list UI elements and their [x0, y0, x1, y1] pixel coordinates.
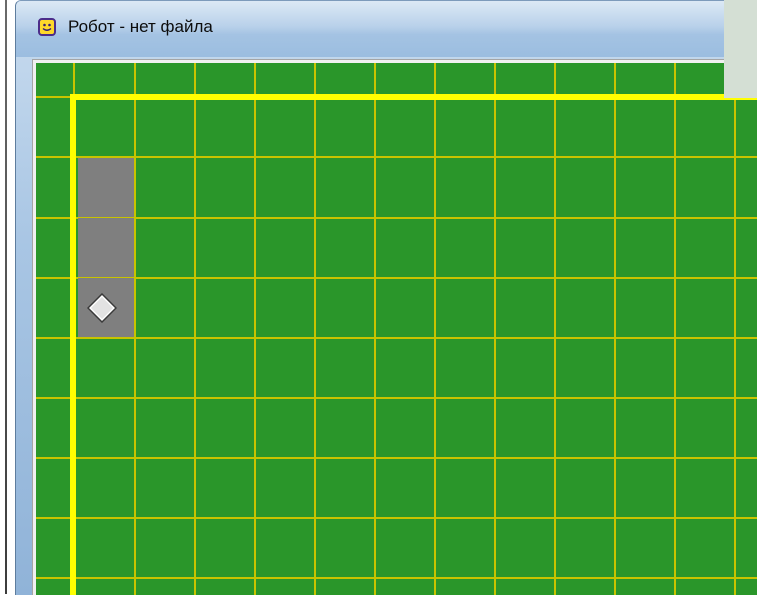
painted-cell — [78, 218, 134, 277]
background-window-edge — [0, 0, 8, 594]
wall-left — [70, 94, 76, 595]
wall-top — [70, 94, 757, 100]
robot-diamond-icon — [87, 293, 117, 323]
title-bar[interactable]: Робот - нет файла — [16, 1, 757, 57]
painted-cell — [78, 158, 134, 217]
side-panel — [724, 0, 757, 98]
window-title: Робот - нет файла — [68, 17, 213, 36]
field-frame — [32, 59, 757, 595]
robot-field[interactable] — [36, 63, 757, 595]
robot-window: Робот - нет файла — [15, 0, 757, 595]
robot-smiley-icon[interactable] — [38, 18, 56, 36]
